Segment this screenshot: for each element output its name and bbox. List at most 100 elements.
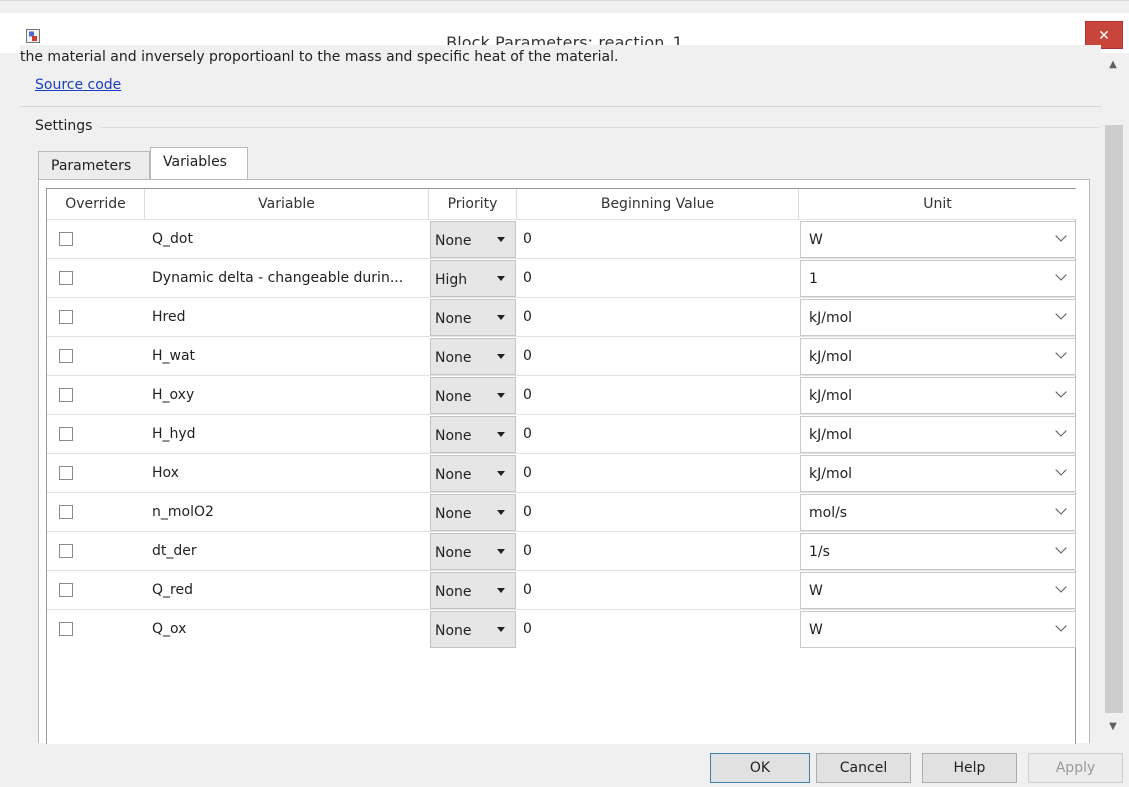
unit-select[interactable]: W [800,611,1076,648]
priority-value: None [435,467,472,483]
priority-value: None [435,389,472,405]
table-row: Hred None 0 kJ/mol [47,297,1076,336]
priority-select[interactable]: None [430,338,516,375]
override-checkbox[interactable] [59,349,73,363]
chevron-down-icon [1055,269,1067,281]
priority-value: None [435,623,472,639]
variable-name: Q_dot [152,231,193,247]
unit-value: W [809,622,823,638]
apply-button[interactable]: Apply [1028,753,1123,783]
beginning-value-field[interactable]: 0 [523,582,532,598]
beginning-value-field[interactable]: 0 [523,621,532,637]
dropdown-arrow-icon [497,354,505,359]
variables-table: Override Variable Priority Beginning Val… [46,188,1076,744]
dialog-content: the material and inversely proportioanl … [20,45,1101,744]
tab-variables[interactable]: Variables [150,147,248,180]
beginning-value-field[interactable]: 0 [523,426,532,442]
override-checkbox[interactable] [59,232,73,246]
priority-value: None [435,545,472,561]
table-row: n_molO2 None 0 mol/s [47,492,1076,531]
chevron-up-icon[interactable]: ▲ [1103,59,1123,77]
cancel-button[interactable]: Cancel [816,753,911,783]
chevron-down-icon [1055,542,1067,554]
beginning-value-field[interactable]: 0 [523,348,532,364]
unit-select[interactable]: kJ/mol [800,299,1076,336]
priority-value: None [435,584,472,600]
unit-select[interactable]: mol/s [800,494,1076,531]
tab-parameters[interactable]: Parameters [38,151,150,179]
beginning-value-field[interactable]: 0 [523,504,532,520]
unit-select[interactable]: 1 [800,260,1076,297]
override-checkbox[interactable] [59,622,73,636]
header-beginning-value: Beginning Value [517,189,799,219]
beginning-value-field[interactable]: 0 [523,387,532,403]
override-checkbox[interactable] [59,310,73,324]
override-checkbox[interactable] [59,505,73,519]
variable-name: Q_ox [152,621,187,637]
override-checkbox[interactable] [59,427,73,441]
chevron-down-icon [1055,464,1067,476]
priority-select[interactable]: None [430,533,516,570]
override-checkbox[interactable] [59,271,73,285]
priority-select[interactable]: None [430,611,516,648]
variable-name: Hox [152,465,179,481]
header-variable: Variable [145,189,429,219]
chevron-down-icon[interactable]: ▼ [1103,721,1123,739]
source-code-link[interactable]: Source code [35,77,121,93]
variable-name: Dynamic delta - changeable durin... [152,270,404,286]
table-row: Dynamic delta - changeable durin... High 0… [47,258,1076,297]
chevron-down-icon [1055,425,1067,437]
table-row: H_wat None 0 kJ/mol [47,336,1076,375]
scrollbar-thumb[interactable] [1105,125,1123,713]
priority-select[interactable]: None [430,416,516,453]
table-row: Q_ox None 0 W [47,609,1076,648]
unit-select[interactable]: kJ/mol [800,377,1076,414]
variables-tab-panel: Override Variable Priority Beginning Val… [38,179,1090,744]
override-checkbox[interactable] [59,466,73,480]
override-checkbox[interactable] [59,583,73,597]
priority-select[interactable]: None [430,221,516,258]
override-checkbox[interactable] [59,544,73,558]
priority-select[interactable]: None [430,299,516,336]
beginning-value-field[interactable]: 0 [523,309,532,325]
unit-select[interactable]: kJ/mol [800,416,1076,453]
beginning-value-field[interactable]: 0 [523,270,532,286]
beginning-value-field[interactable]: 0 [523,231,532,247]
priority-value: None [435,428,472,444]
priority-select[interactable]: High [430,260,516,297]
priority-value: High [435,272,468,288]
override-checkbox[interactable] [59,388,73,402]
vertical-scrollbar[interactable]: ▲ ▼ [1103,57,1123,743]
unit-select[interactable]: kJ/mol [800,455,1076,492]
unit-value: 1 [809,271,818,287]
settings-group-label: Settings [35,118,93,134]
priority-value: None [435,350,472,366]
unit-value: kJ/mol [809,427,853,443]
dropdown-arrow-icon [497,393,505,398]
table-row: H_oxy None 0 kJ/mol [47,375,1076,414]
chevron-down-icon [1055,503,1067,515]
variable-name: H_hyd [152,426,196,442]
dropdown-arrow-icon [497,471,505,476]
help-button[interactable]: Help [922,753,1017,783]
block-parameters-dialog: Block Parameters: reaction_1 ✕ the mater… [0,0,1129,787]
description-text: the material and inversely proportioanl … [20,49,619,65]
priority-select[interactable]: None [430,572,516,609]
beginning-value-field[interactable]: 0 [523,465,532,481]
unit-select[interactable]: 1/s [800,533,1076,570]
priority-select[interactable]: None [430,455,516,492]
unit-value: kJ/mol [809,388,853,404]
priority-select[interactable]: None [430,494,516,531]
unit-select[interactable]: W [800,221,1076,258]
beginning-value-field[interactable]: 0 [523,543,532,559]
unit-value: 1/s [809,544,830,560]
variable-name: Q_red [152,582,193,598]
unit-value: W [809,583,823,599]
ok-button[interactable]: OK [710,753,810,783]
unit-select[interactable]: kJ/mol [800,338,1076,375]
priority-select[interactable]: None [430,377,516,414]
dropdown-arrow-icon [497,432,505,437]
variable-name: dt_der [152,543,197,559]
unit-select[interactable]: W [800,572,1076,609]
table-row: Q_dot None 0 W [47,219,1076,258]
